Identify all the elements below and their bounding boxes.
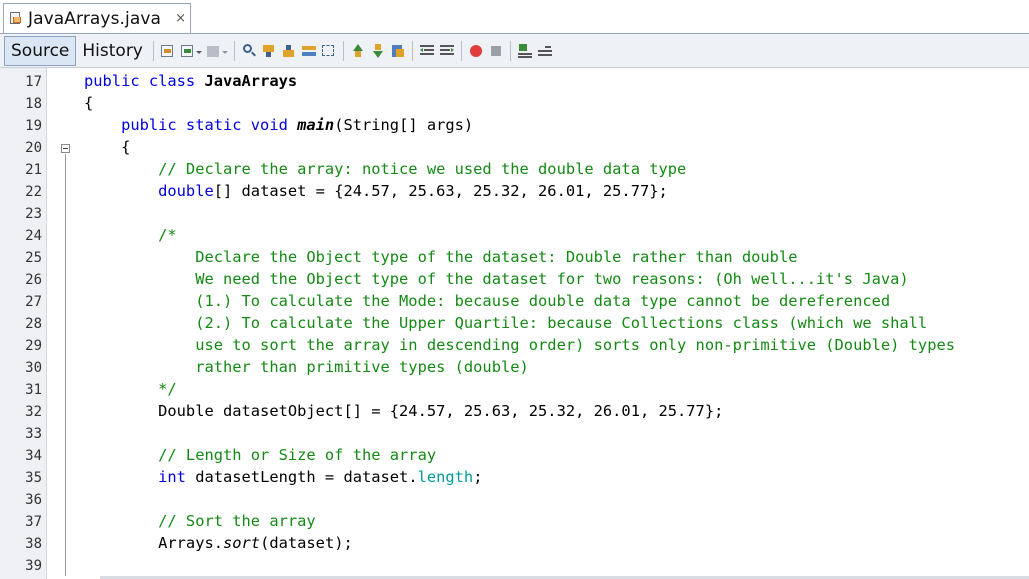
- editor-toolbar: Source History: [0, 33, 1029, 68]
- previous-bookmark-icon[interactable]: [350, 43, 366, 59]
- toolbar-separator: [152, 40, 154, 61]
- code-token-keyword: public class: [84, 72, 205, 90]
- editor-tab-bar: JavaArrays.java ×: [0, 0, 1029, 33]
- toggle-bookmark-icon[interactable]: [390, 43, 406, 59]
- code-editor[interactable]: 17 18 19 20 21 22 23 24 25 26 27 28 29 3…: [0, 68, 1029, 579]
- code-line-comment: */: [84, 380, 177, 398]
- stop-macro-recording-icon[interactable]: [488, 43, 504, 59]
- find-previous-icon[interactable]: [261, 43, 277, 59]
- line-number: 36: [25, 492, 42, 508]
- line-number: 35: [25, 470, 42, 486]
- code-line-comment: We need the Object type of the dataset f…: [84, 270, 909, 288]
- toolbar-separator: [233, 40, 235, 61]
- line-number: 22: [25, 184, 42, 200]
- last-edit-icon[interactable]: [160, 43, 176, 59]
- code-token-class-name: JavaArrays: [204, 72, 298, 90]
- close-tab-icon[interactable]: ×: [175, 11, 186, 26]
- code-line: int datasetLength = dataset.length;: [84, 468, 482, 486]
- code-line: {: [84, 138, 131, 156]
- line-number: 18: [25, 96, 42, 112]
- code-line-comment: // Sort the array: [84, 512, 316, 530]
- line-number: 20: [25, 140, 42, 156]
- toolbar-separator: [342, 40, 344, 61]
- line-number: 24: [25, 228, 42, 244]
- toolbar-separator: [460, 40, 462, 61]
- line-number: 34: [25, 448, 42, 464]
- line-number: 21: [25, 162, 42, 178]
- line-number: 37: [25, 514, 42, 530]
- code-line-comment: Declare the Object type of the dataset: …: [84, 248, 798, 266]
- toggle-highlight-icon[interactable]: [301, 43, 317, 59]
- line-number: 23: [25, 206, 42, 222]
- code-token-text: (String[] args): [334, 116, 474, 134]
- forward-dropdown-icon[interactable]: [206, 43, 228, 59]
- line-number: 26: [25, 272, 42, 288]
- line-number: 32: [25, 404, 42, 420]
- next-bookmark-icon[interactable]: [370, 43, 386, 59]
- line-number: 38: [25, 536, 42, 552]
- file-tab[interactable]: JavaArrays.java ×: [3, 3, 191, 33]
- code-line-comment: (2.) To calculate the Upper Quartile: be…: [84, 314, 928, 332]
- code-line: public class JavaArrays: [84, 72, 297, 90]
- code-token-text: [] dataset = {24.57, 25.63, 25.32, 26.01…: [213, 182, 668, 200]
- code-token-keyword: double: [84, 182, 214, 200]
- line-number: 28: [25, 316, 42, 332]
- code-token-keyword: int: [84, 468, 186, 486]
- code-token-field: length: [417, 468, 474, 486]
- toggle-rectangular-selection-icon[interactable]: [321, 43, 337, 59]
- code-line: public static void main(String[] args): [84, 116, 473, 134]
- fold-guide-line: [65, 154, 66, 576]
- toolbar-separator: [509, 40, 511, 61]
- code-line-comment: (1.) To calculate the Mode: because doub…: [84, 292, 891, 310]
- code-token-text: Arrays.: [84, 534, 223, 552]
- code-token-keyword: public static void: [84, 116, 298, 134]
- start-macro-recording-icon[interactable]: [468, 43, 484, 59]
- code-line-comment: // Declare the array: notice we used the…: [84, 160, 687, 178]
- code-line: {: [84, 94, 94, 112]
- find-icon[interactable]: [241, 43, 257, 59]
- line-number: 33: [25, 426, 42, 442]
- line-number: 39: [25, 558, 42, 574]
- source-tab-button[interactable]: Source: [4, 35, 77, 66]
- uncomment-icon[interactable]: [537, 43, 553, 59]
- line-number: 25: [25, 250, 42, 266]
- java-file-icon: [9, 12, 23, 25]
- history-tab-button[interactable]: History: [76, 36, 148, 66]
- line-number: 30: [25, 360, 42, 376]
- line-number: 31: [25, 382, 42, 398]
- find-next-icon[interactable]: [281, 43, 297, 59]
- line-number: 27: [25, 294, 42, 310]
- shift-right-icon[interactable]: [439, 43, 455, 59]
- code-line-comment: rather than primitive types (double): [84, 358, 529, 376]
- code-token-method-name: main: [297, 116, 335, 134]
- code-line-comment: use to sort the array in descending orde…: [84, 336, 955, 354]
- code-token-text: datasetLength = dataset.: [185, 468, 418, 486]
- collapse-fold-icon[interactable]: [61, 144, 70, 153]
- line-number: 17: [25, 74, 42, 90]
- shift-left-icon[interactable]: [419, 43, 435, 59]
- code-line-comment: /*: [84, 226, 177, 244]
- toolbar-separator: [411, 40, 413, 61]
- code-line-comment: // Length or Size of the array: [84, 446, 437, 464]
- line-number-gutter: 17 18 19 20 21 22 23 24 25 26 27 28 29 3…: [0, 68, 47, 579]
- code-line: Arrays.sort(dataset);: [84, 534, 353, 552]
- code-token-text: (dataset);: [260, 534, 353, 552]
- code-token-text: ;: [473, 468, 483, 486]
- file-tab-title: JavaArrays.java: [28, 8, 162, 29]
- line-number: 19: [25, 118, 42, 134]
- line-number: 29: [25, 338, 42, 354]
- comment-icon[interactable]: [517, 43, 533, 59]
- code-line: Double datasetObject[] = {24.57, 25.63, …: [84, 402, 724, 420]
- back-dropdown-icon[interactable]: [180, 43, 202, 59]
- code-line: double[] dataset = {24.57, 25.63, 25.32,…: [84, 182, 668, 200]
- code-token-static-method: sort: [223, 534, 261, 552]
